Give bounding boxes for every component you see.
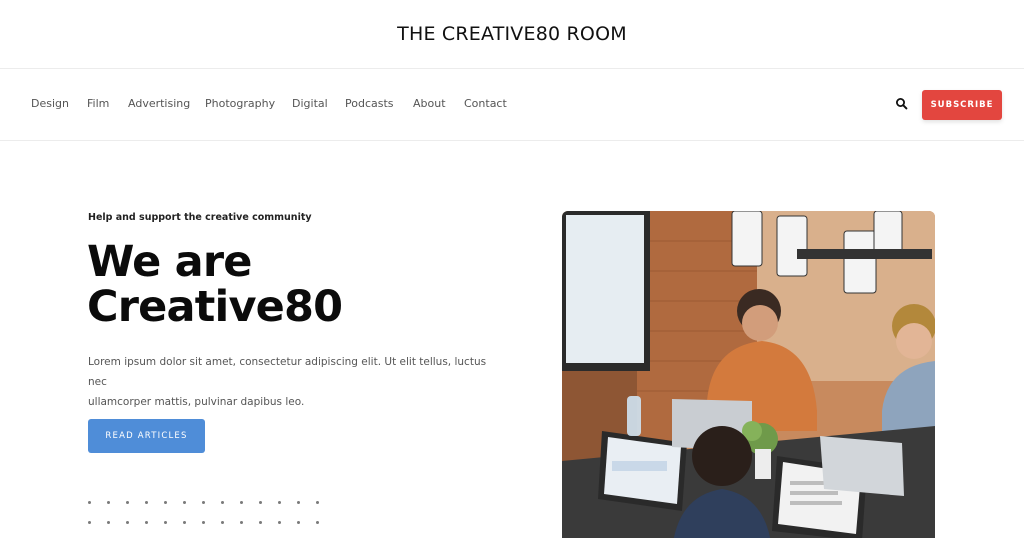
nav-item-podcasts[interactable]: Podcasts <box>345 97 394 110</box>
nav-item-advertising[interactable]: Advertising <box>128 97 190 110</box>
decor-dot <box>164 501 167 504</box>
nav-item-contact[interactable]: Contact <box>464 97 507 110</box>
decor-dot <box>202 521 205 524</box>
nav-item-photography[interactable]: Photography <box>205 97 275 110</box>
hero-description-line-1: Lorem ipsum dolor sit amet, consectetur … <box>88 356 487 388</box>
decor-dot <box>278 521 281 524</box>
decor-dot <box>316 501 319 504</box>
nav-item-about[interactable]: About <box>413 97 446 110</box>
decor-dot <box>145 501 148 504</box>
main-nav: Design Film Advertising Photography Digi… <box>0 69 1024 141</box>
nav-item-film[interactable]: Film <box>87 97 109 110</box>
decor-dot <box>126 521 129 524</box>
team-photo-illustration <box>562 211 935 538</box>
hero-image <box>562 211 935 538</box>
site-title[interactable]: THE CREATIVE80 ROOM <box>397 23 627 45</box>
decor-dot <box>278 501 281 504</box>
decor-dot <box>164 521 167 524</box>
decor-dot <box>221 501 224 504</box>
decor-dot <box>88 501 91 504</box>
decor-dot <box>221 521 224 524</box>
decor-dot <box>183 521 186 524</box>
decor-dot <box>107 501 110 504</box>
dot-pattern-decoration <box>86 499 326 529</box>
decor-dot <box>240 521 243 524</box>
hero-kicker: Help and support the creative community <box>88 212 312 223</box>
decor-dot <box>316 521 319 524</box>
nav-item-digital[interactable]: Digital <box>292 97 328 110</box>
hero-description-line-2: ullamcorper mattis, pulvinar dapibus leo… <box>88 396 305 408</box>
hero-title-line-1: We are <box>87 237 252 287</box>
decor-dot <box>259 501 262 504</box>
search-icon[interactable] <box>893 95 911 113</box>
nav-item-design[interactable]: Design <box>31 97 69 110</box>
hero-title: We are Creative80 <box>87 240 507 330</box>
decor-dot <box>145 521 148 524</box>
site-header: THE CREATIVE80 ROOM <box>0 0 1024 69</box>
decor-dot <box>259 521 262 524</box>
hero-title-line-2: Creative80 <box>87 282 343 332</box>
decor-dot <box>202 501 205 504</box>
read-articles-button[interactable]: READ ARTICLES <box>88 419 205 453</box>
decor-dot <box>240 501 243 504</box>
decor-dot <box>88 521 91 524</box>
decor-dot <box>183 501 186 504</box>
decor-dot <box>297 521 300 524</box>
decor-dot <box>126 501 129 504</box>
subscribe-button[interactable]: SUBSCRIBE <box>922 90 1002 120</box>
hero-description: Lorem ipsum dolor sit amet, consectetur … <box>88 352 508 412</box>
decor-dot <box>107 521 110 524</box>
decor-dot <box>297 501 300 504</box>
